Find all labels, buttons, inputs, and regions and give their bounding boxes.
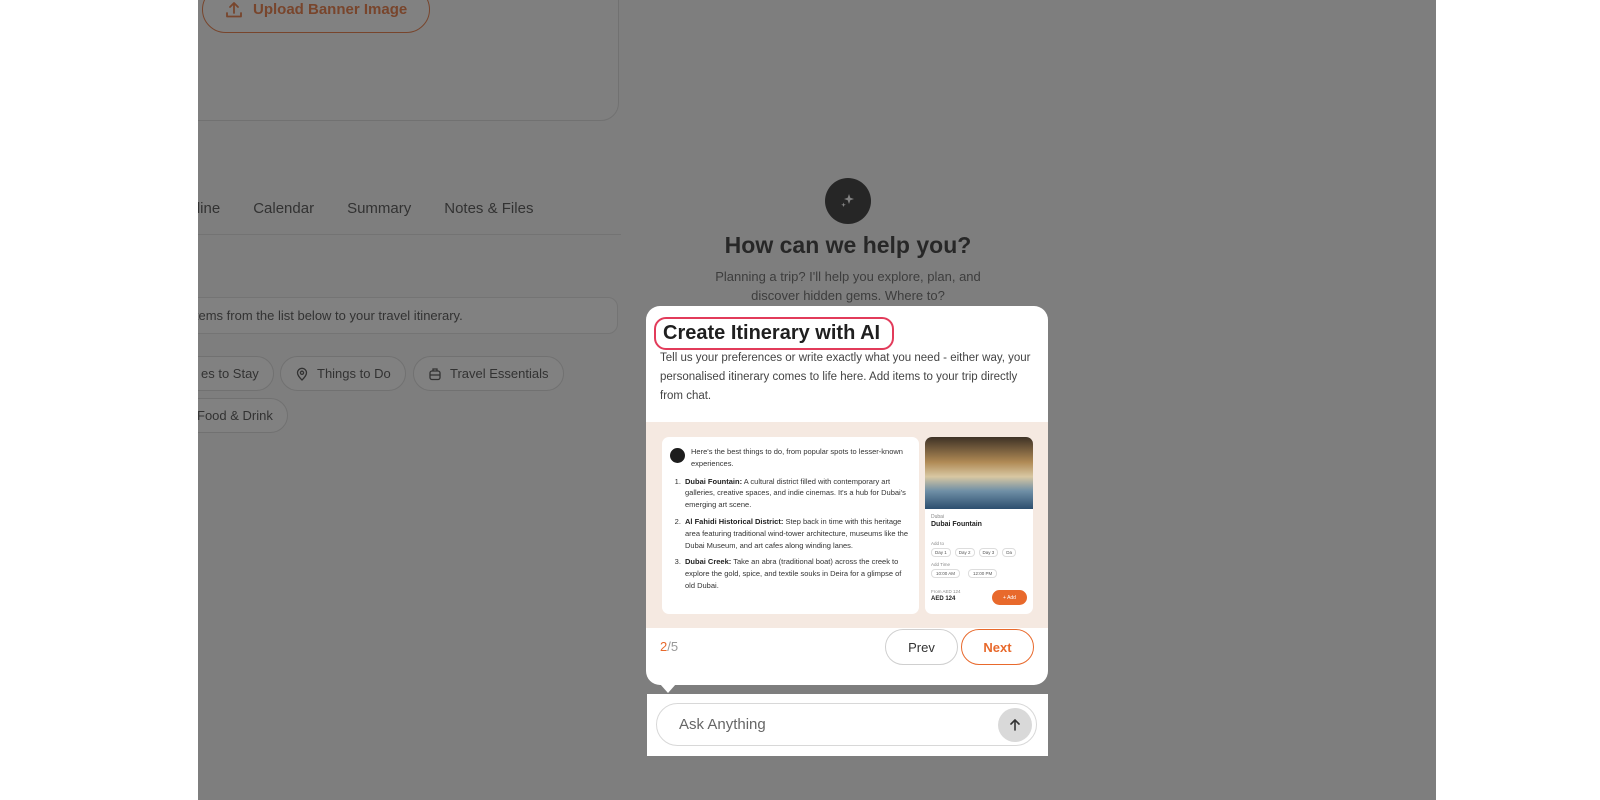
map-pin-icon	[296, 367, 308, 381]
tab-calendar[interactable]: Calendar	[253, 200, 314, 217]
feature-preview-image: Here's the best things to do, from popul…	[646, 422, 1048, 628]
chip-label: Things to Do	[317, 366, 391, 381]
popover-description: Tell us your preferences or write exactl…	[660, 352, 1031, 402]
preview-list-item: Al Fahidi Historical District: Step back…	[683, 516, 911, 551]
chat-input[interactable]	[679, 716, 979, 733]
preview-times: 10:00 AM 12:00 PM	[931, 569, 998, 578]
tab-notes-files[interactable]: Notes & Files	[444, 200, 533, 217]
preview-intro: Here's the best things to do, from popul…	[691, 447, 903, 468]
preview-place: Dubai Fountain	[931, 521, 982, 528]
itinerary-tabs: meline Calendar Summary Notes & Files	[198, 200, 533, 217]
ai-assistant-icon	[825, 178, 871, 224]
tour-popover: Create Itinerary with AI Tell us your pr…	[646, 306, 1048, 693]
tab-summary[interactable]: Summary	[347, 200, 411, 217]
assistant-subtitle: Planning a trip? I'll help you explore, …	[715, 269, 981, 303]
info-text: items from the list below to your travel…	[198, 308, 463, 323]
chat-spotlight	[647, 694, 1048, 756]
chip-label: es to Stay	[201, 366, 259, 381]
chip-places-to-stay[interactable]: es to Stay	[198, 356, 274, 391]
chip-things-to-do[interactable]: Things to Do	[280, 356, 406, 391]
chip-label: Travel Essentials	[450, 366, 549, 381]
preview-list-item: Dubai Creek: Take an abra (traditional b…	[683, 556, 911, 591]
chip-food-drink[interactable]: Food & Drink	[198, 398, 288, 433]
popover-pointer	[660, 684, 676, 693]
send-button[interactable]	[998, 708, 1032, 742]
prev-button[interactable]: Prev	[885, 629, 958, 665]
next-button[interactable]: Next	[961, 629, 1034, 665]
step-counter: 2/5	[660, 639, 678, 654]
tab-timeline[interactable]: meline	[198, 200, 220, 217]
step-total: /5	[667, 639, 679, 654]
upload-banner-button[interactable]: Upload Banner Image	[202, 0, 431, 33]
preview-days: Day 1 Day 2 Day 3 Da	[931, 548, 1017, 557]
preview-time-label: Add Time	[931, 562, 951, 567]
arrow-up-icon	[1010, 719, 1020, 731]
chat-input-container	[656, 703, 1037, 746]
preview-from-label: From AED 124	[931, 589, 961, 594]
chip-label: Food & Drink	[198, 408, 273, 423]
assistant-title: How can we help you?	[724, 232, 972, 258]
preview-chat-message: Here's the best things to do, from popul…	[662, 437, 919, 614]
preview-activity-card: Dubai Dubai Fountain Add to Day 1 Day 2 Da…	[925, 437, 1033, 614]
chip-travel-essentials[interactable]: Travel Essentials	[413, 356, 564, 391]
upload-banner-label: Upload Banner Image	[253, 1, 408, 18]
luggage-icon	[429, 367, 441, 380]
popover-title: Create Itinerary with AI	[654, 317, 895, 350]
ai-avatar-icon	[670, 448, 685, 463]
preview-add-button: + Add	[992, 590, 1027, 605]
preview-location: Dubai	[931, 514, 945, 520]
info-bar: items from the list below to your travel…	[198, 297, 618, 334]
upload-icon	[226, 1, 242, 17]
tabs-divider	[198, 234, 621, 235]
sparkle-icon	[841, 194, 854, 208]
preview-price: AED 124	[931, 596, 956, 602]
preview-day-label: Add to	[931, 541, 945, 546]
preview-list-item: Dubai Fountain: A cultural district fill…	[683, 476, 911, 511]
preview-photo	[925, 437, 1033, 509]
